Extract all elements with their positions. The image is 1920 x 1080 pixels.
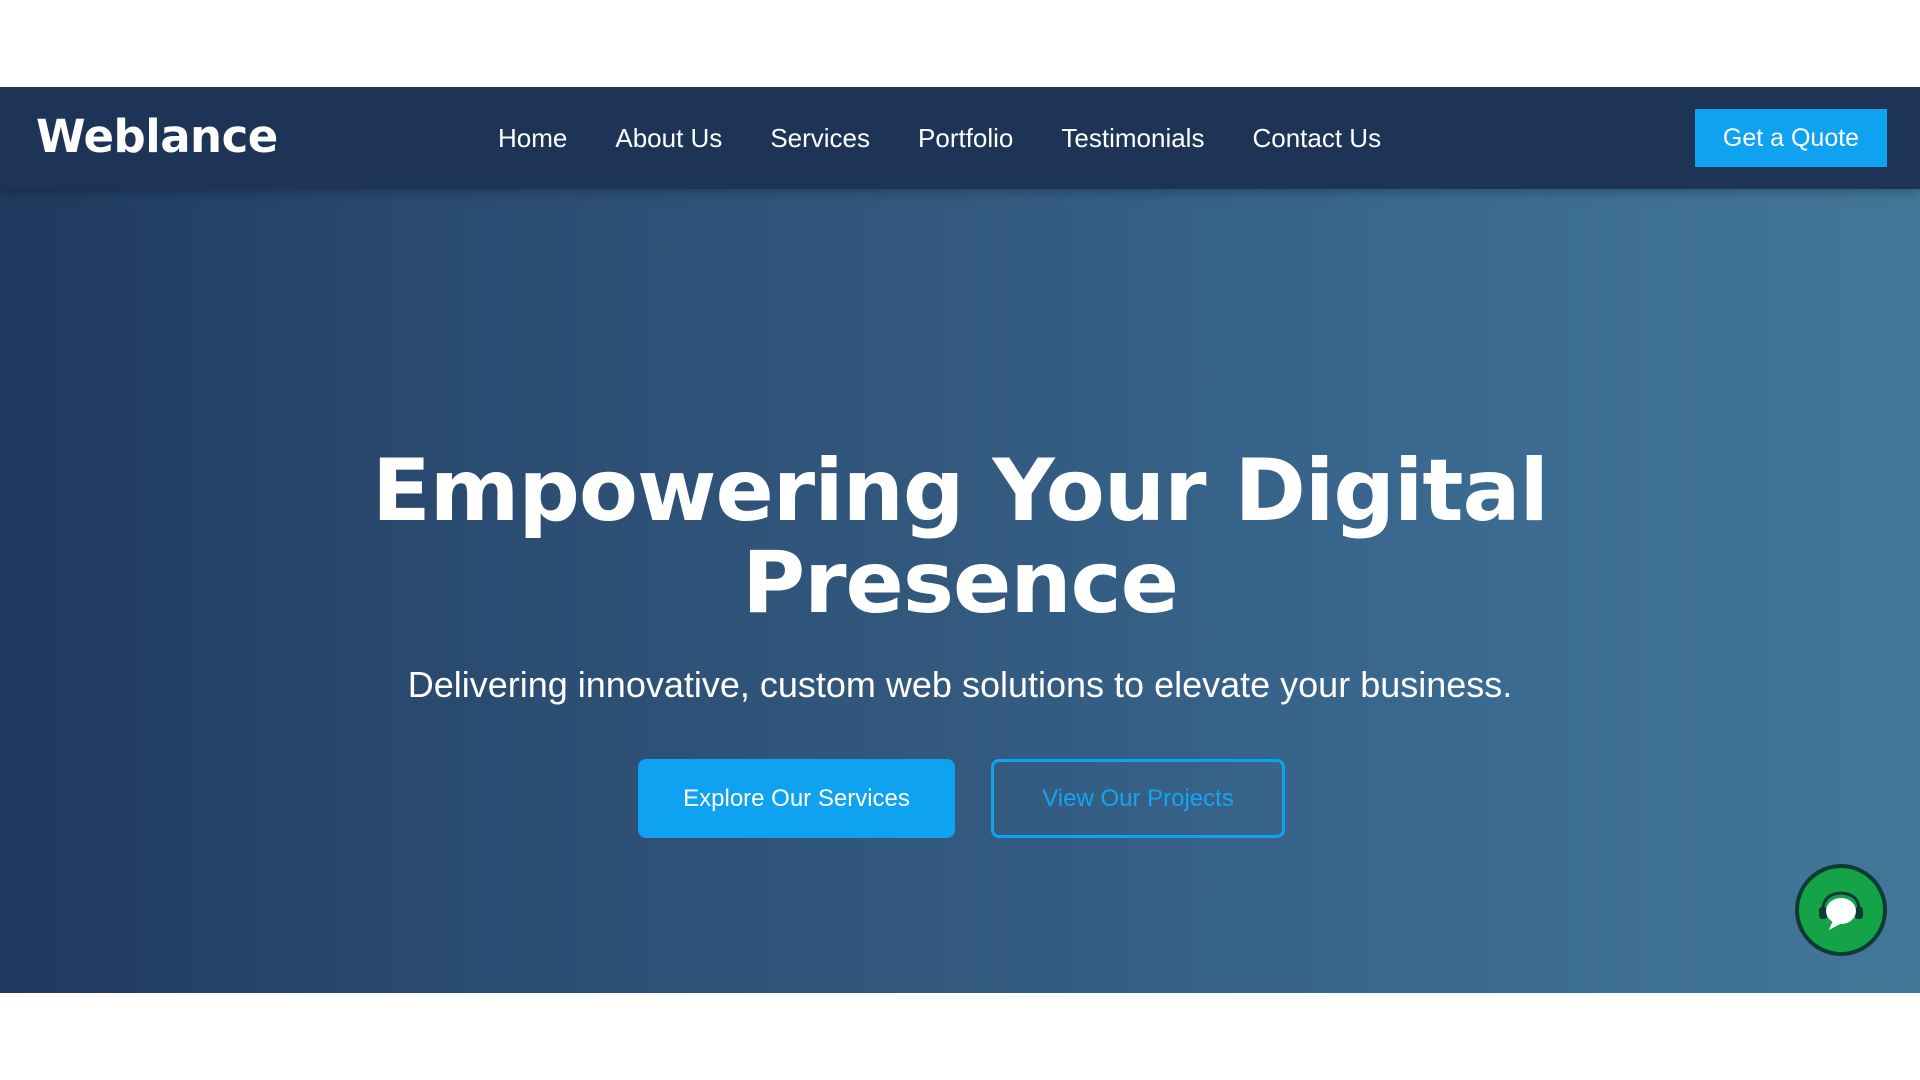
hero-title: Empowering Your Digital Presence (260, 445, 1660, 629)
view-projects-button[interactable]: View Our Projects (991, 759, 1285, 838)
site-header: Weblance Home About Us Services Portfoli… (0, 87, 1920, 189)
explore-services-button[interactable]: Explore Our Services (638, 759, 955, 838)
main-nav: Home About Us Services Portfolio Testimo… (498, 113, 1381, 163)
nav-item-home[interactable]: Home (498, 123, 567, 154)
nav-item-services[interactable]: Services (770, 123, 870, 154)
chat-support-icon (1819, 891, 1863, 930)
site-frame: Weblance Home About Us Services Portfoli… (0, 87, 1920, 993)
brand-logo[interactable]: Weblance (36, 105, 278, 169)
nav-item-contact-us[interactable]: Contact Us (1252, 123, 1381, 154)
nav-item-testimonials[interactable]: Testimonials (1061, 123, 1204, 154)
chat-widget-button[interactable] (1795, 864, 1887, 956)
hero-section: Empowering Your Digital Presence Deliver… (0, 189, 1920, 993)
get-a-quote-button[interactable]: Get a Quote (1695, 109, 1887, 167)
nav-item-portfolio[interactable]: Portfolio (918, 123, 1013, 154)
hero-title-line-1: Empowering Your Digital (372, 441, 1549, 541)
hero-subtitle: Delivering innovative, custom web soluti… (407, 664, 1513, 705)
nav-item-about-us[interactable]: About Us (615, 123, 722, 154)
hero-title-line-2: Presence (742, 533, 1179, 633)
chat-widget-circle (1799, 868, 1883, 952)
